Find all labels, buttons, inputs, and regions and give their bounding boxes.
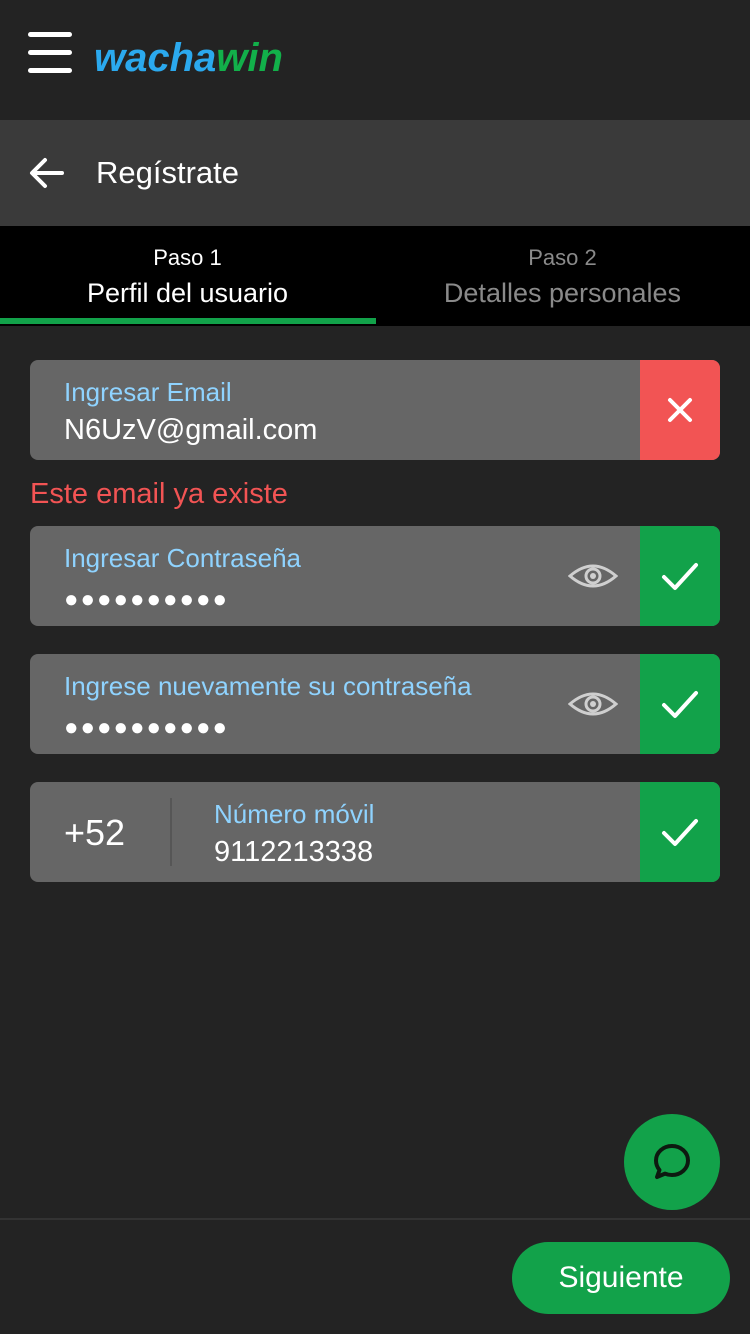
email-status[interactable] — [640, 360, 720, 460]
email-input[interactable]: N6UzV@gmail.com — [64, 412, 317, 448]
country-code-select[interactable]: +52 — [64, 812, 125, 854]
phone-status — [640, 782, 720, 882]
eye-icon[interactable] — [568, 690, 618, 718]
confirm-password-input[interactable]: ●●●●●●●●●● — [64, 710, 229, 746]
phone-label: Número móvil — [214, 799, 375, 829]
logo-part-1: wacha — [94, 36, 217, 80]
phone-input[interactable]: 9112213338 — [214, 834, 373, 870]
logo-part-2: win — [216, 36, 283, 80]
divider — [170, 798, 172, 866]
tab-step-2[interactable]: Paso 2 Detalles personales — [375, 226, 750, 326]
step-tabs: Paso 1 Perfil del usuario Paso 2 Detalle… — [0, 226, 750, 326]
step-number: Paso 2 — [528, 245, 597, 270]
footer-divider — [0, 1218, 750, 1220]
next-button[interactable]: Siguiente — [512, 1242, 730, 1314]
tab-step-1[interactable]: Paso 1 Perfil del usuario — [0, 226, 375, 326]
email-label: Ingresar Email — [64, 377, 232, 407]
hamburger-menu-icon[interactable] — [28, 32, 72, 74]
password-input[interactable]: ●●●●●●●●●● — [64, 582, 229, 618]
check-icon — [662, 819, 698, 846]
check-icon — [662, 691, 698, 718]
email-error-message: Este email ya existe — [30, 478, 288, 510]
email-field[interactable]: Ingresar Email N6UzV@gmail.com — [30, 360, 720, 460]
eye-icon[interactable] — [568, 562, 618, 590]
password-status — [640, 526, 720, 626]
active-step-indicator — [0, 318, 376, 324]
step-label: Detalles personales — [443, 278, 682, 308]
top-bar: wachawin — [0, 0, 750, 120]
logo[interactable]: wachawin — [94, 34, 283, 82]
step-number: Paso 1 — [153, 245, 222, 270]
password-label: Ingresar Contraseña — [64, 543, 302, 573]
check-icon — [662, 563, 698, 590]
page-title: Regístrate — [96, 155, 240, 190]
confirm-password-label: Ingrese nuevamente su contraseña — [64, 671, 472, 701]
confirm-password-field[interactable]: Ingrese nuevamente su contraseña ●●●●●●●… — [30, 654, 720, 754]
password-field[interactable]: Ingresar Contraseña ●●●●●●●●●● — [30, 526, 720, 626]
chat-button[interactable] — [624, 1114, 720, 1210]
phone-field[interactable]: +52 Número móvil 9112213338 — [30, 782, 720, 882]
close-icon[interactable] — [665, 395, 695, 425]
step-label: Perfil del usuario — [86, 278, 289, 308]
arrow-left-icon[interactable] — [28, 154, 66, 192]
chat-bubble-icon — [654, 1144, 690, 1179]
page-header: Regístrate — [0, 120, 750, 226]
confirm-password-status — [640, 654, 720, 754]
